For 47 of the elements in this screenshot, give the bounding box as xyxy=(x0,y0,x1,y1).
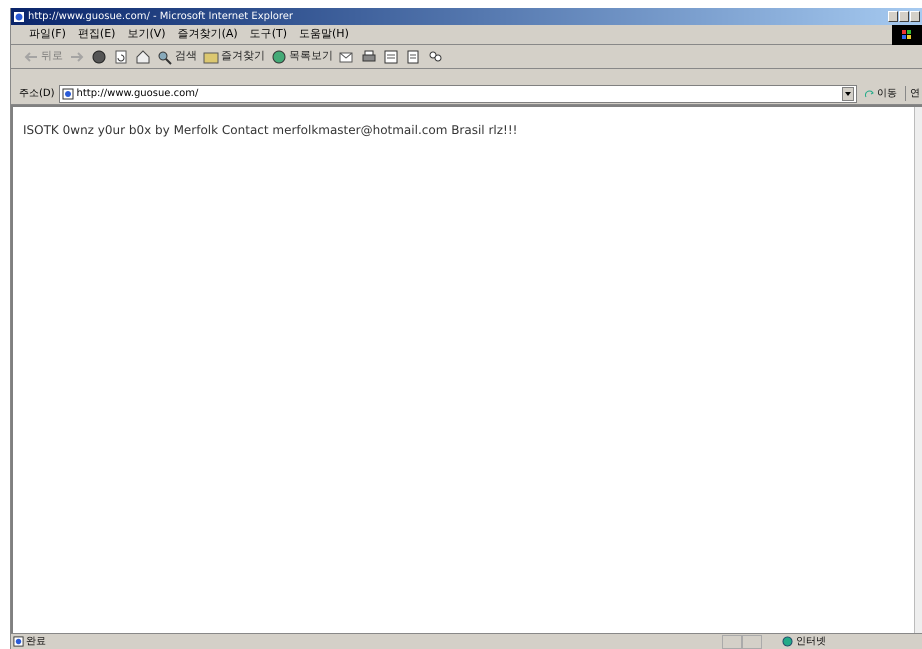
status-text: 완료 xyxy=(26,635,47,649)
status-panel xyxy=(742,634,762,648)
url-text: http://www.guosue.com/ xyxy=(76,87,200,101)
toolbar-button[interactable] xyxy=(405,48,421,64)
document-icon xyxy=(405,48,421,64)
refresh-icon xyxy=(113,48,129,64)
search-icon xyxy=(157,48,173,64)
caret-icon xyxy=(845,92,851,96)
address-field[interactable]: http://www.guosue.com/ xyxy=(58,84,857,102)
menu-item[interactable]: 즐겨찾기(A) xyxy=(176,26,240,43)
dropdown-button[interactable] xyxy=(842,86,854,100)
links-label[interactable]: 연 xyxy=(905,86,922,101)
toolbar-button[interactable] xyxy=(361,48,377,64)
close-button[interactable] xyxy=(910,11,920,22)
messenger-icon xyxy=(427,48,443,64)
globe-icon xyxy=(782,636,793,647)
zone-text: 인터넷 xyxy=(796,635,826,649)
toolbar-button[interactable]: 즐겨찾기 xyxy=(203,48,265,65)
scrollbar[interactable] xyxy=(914,107,922,633)
status-panel xyxy=(722,634,742,648)
page-icon xyxy=(13,636,24,647)
page-text: ISOTK 0wnz y0ur b0x by Merfolk Contact merfolkmaster@hotmail.com Brasil rlz!!! xyxy=(23,122,518,139)
toolbar-button[interactable] xyxy=(383,48,399,64)
toolbar-button[interactable] xyxy=(113,48,129,64)
toolbar-button[interactable] xyxy=(91,48,107,64)
menu-item[interactable]: 도움말(H) xyxy=(297,26,351,43)
stop-icon xyxy=(91,48,107,64)
window-title: http://www.guosue.com/ - Microsoft Internet Explorer xyxy=(28,10,294,24)
edit-icon xyxy=(383,48,399,64)
windows-logo-icon xyxy=(892,24,922,44)
menu-item[interactable]: 편집(E) xyxy=(76,26,118,43)
menu-item[interactable]: 보기(V) xyxy=(125,26,168,43)
page-icon xyxy=(62,88,74,100)
minimize-button[interactable] xyxy=(888,11,898,22)
address-label: 주소(D) xyxy=(19,87,55,101)
menu-item[interactable]: 파일(F) xyxy=(27,26,68,43)
printer-icon xyxy=(361,48,377,64)
toolbar-button[interactable]: 목록보기 xyxy=(271,48,333,65)
toolbar-button[interactable] xyxy=(135,48,151,64)
page-icon xyxy=(13,10,25,22)
go-arrow-icon xyxy=(865,88,875,98)
toolbar-button[interactable] xyxy=(427,48,443,64)
toolbar-button[interactable]: 검색 xyxy=(157,48,197,65)
maximize-button[interactable] xyxy=(899,11,909,22)
home-icon xyxy=(135,48,151,64)
go-button[interactable]: 이동 xyxy=(861,86,901,101)
menu-item[interactable]: 도구(T) xyxy=(248,26,289,43)
